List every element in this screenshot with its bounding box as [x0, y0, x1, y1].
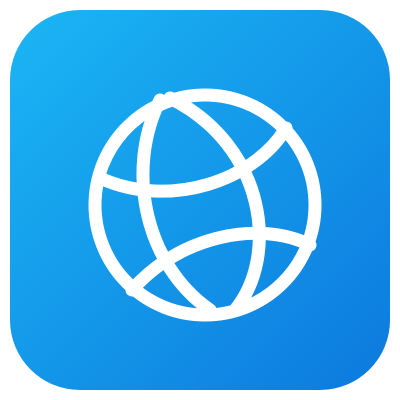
app-icon-graphic: [10, 10, 390, 390]
app-icon-background: [10, 10, 390, 390]
screen: [0, 0, 400, 400]
app-icon-button[interactable]: [10, 10, 390, 390]
